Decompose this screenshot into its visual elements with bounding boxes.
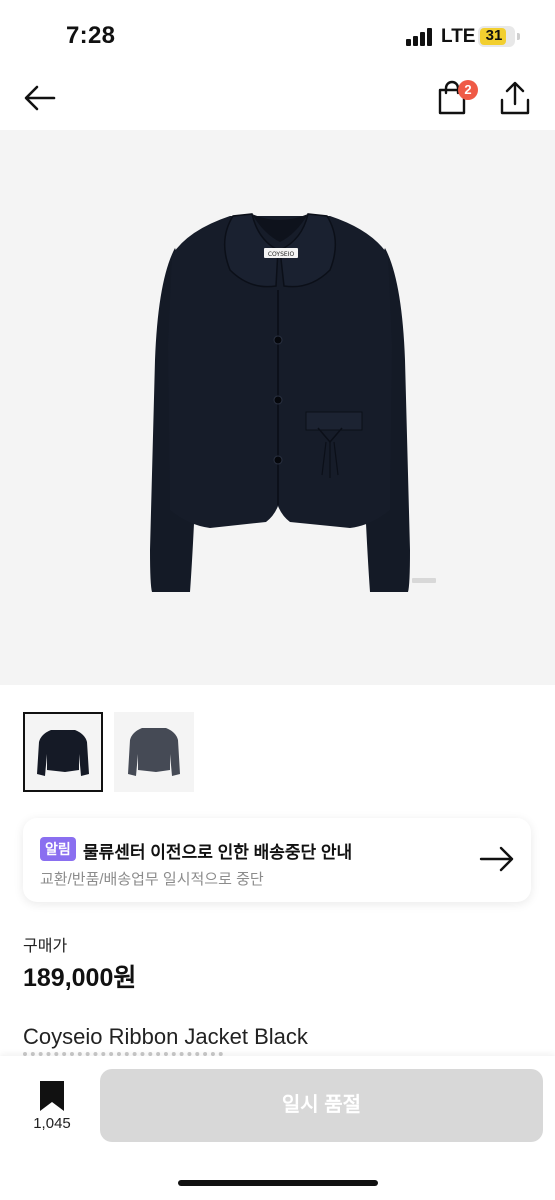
shipping-notice-card[interactable]: 알림 물류센터 이전으로 인한 배송중단 안내 교환/반품/배송업무 일시적으로… bbox=[23, 818, 531, 902]
back-button[interactable] bbox=[22, 80, 58, 116]
thumbnail-black[interactable] bbox=[23, 712, 103, 792]
bottom-action-bar: 1,045 일시 품절 bbox=[0, 1056, 555, 1200]
brand-tag: COYSEIO bbox=[268, 251, 295, 258]
bookmark-button[interactable]: 1,045 bbox=[27, 1080, 77, 1140]
home-indicator bbox=[178, 1180, 378, 1186]
thumbnail-black-image bbox=[37, 730, 89, 776]
price-label: 구매가 bbox=[23, 938, 68, 955]
price-value: 189,000원 bbox=[23, 964, 137, 992]
arrow-right-icon bbox=[479, 846, 514, 872]
thumbnail-charcoal[interactable] bbox=[114, 712, 194, 792]
share-button[interactable] bbox=[498, 80, 532, 116]
thumbnail-charcoal-image bbox=[128, 728, 180, 776]
notice-title: 물류센터 이전으로 인한 배송중단 안내 bbox=[83, 843, 353, 862]
cart-count-badge: 2 bbox=[458, 80, 478, 100]
product-hero-image[interactable]: COYSEIO bbox=[0, 130, 555, 685]
share-icon bbox=[500, 81, 530, 115]
status-time: 7:28 bbox=[66, 22, 116, 49]
battery-icon: 31 bbox=[478, 26, 515, 47]
network-type: LTE bbox=[441, 26, 476, 47]
signal-icon bbox=[406, 28, 434, 46]
arrow-left-icon bbox=[24, 85, 56, 111]
cart-button[interactable]: 2 bbox=[436, 78, 480, 118]
jacket-image: COYSEIO bbox=[150, 213, 436, 592]
notice-subtitle: 교환/반품/배송업무 일시적으로 중단 bbox=[40, 871, 264, 888]
product-name: Coyseio Ribbon Jacket Black bbox=[23, 1024, 308, 1049]
notice-badge: 알림 bbox=[40, 837, 76, 861]
status-bar: 7:28 LTE 31 bbox=[0, 0, 555, 70]
bookmark-count: 1,045 bbox=[33, 1115, 71, 1132]
battery-level: 31 bbox=[485, 27, 503, 44]
battery-cap bbox=[517, 33, 520, 40]
bookmark-icon bbox=[40, 1081, 64, 1111]
soldout-button[interactable]: 일시 품절 bbox=[100, 1069, 543, 1142]
